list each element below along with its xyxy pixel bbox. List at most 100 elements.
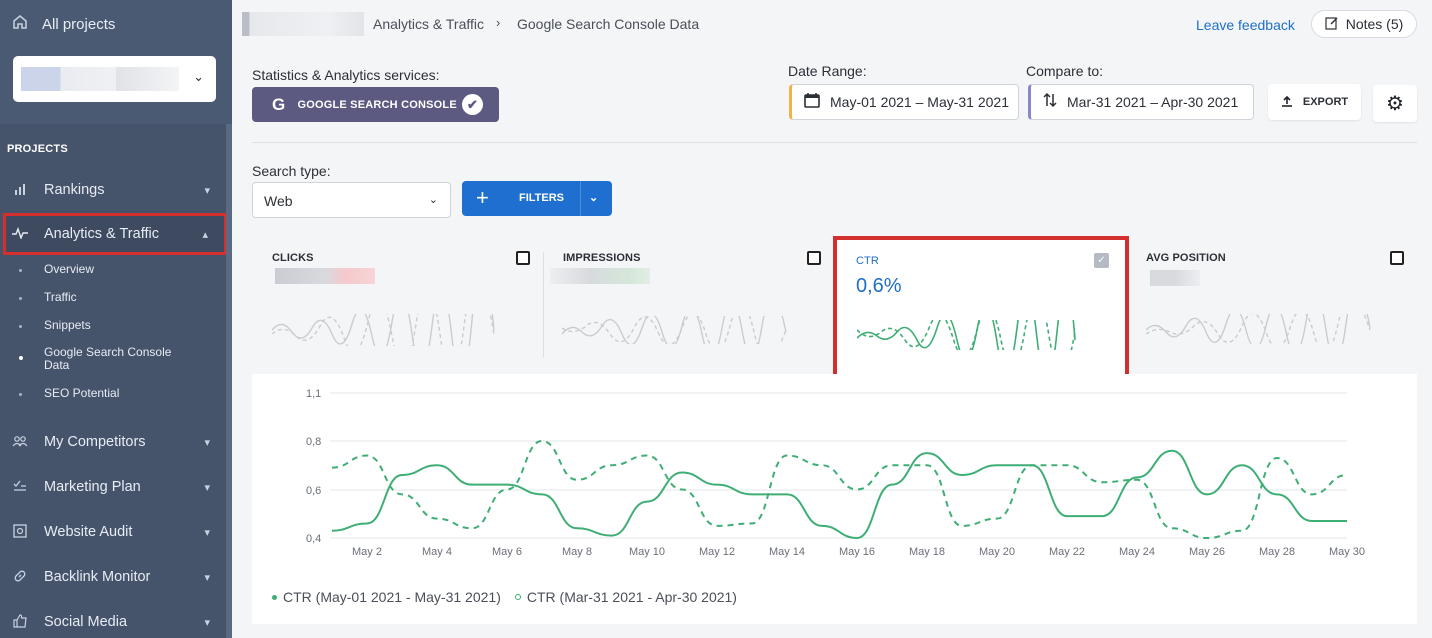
sidebar-item-label: Website Audit (44, 524, 133, 540)
search-type-select[interactable]: Web ⌄ (252, 182, 451, 218)
subnav-overview[interactable]: Overview (0, 263, 226, 279)
legend-item-current[interactable]: CTR (May-01 2021 - May-31 2021) (272, 589, 501, 605)
bullet-icon (19, 325, 22, 328)
project-name-redacted (21, 67, 179, 91)
clicks-checkbox[interactable] (516, 251, 530, 265)
chevron-down-icon: ⌄ (193, 69, 204, 84)
sidebar-item-rankings[interactable]: Rankings ▾ (0, 170, 226, 210)
y-tick-label: 1,1 (306, 388, 321, 400)
sidebar-header: All projects ⌄ (0, 0, 232, 124)
filters-button[interactable]: + FILTERS ⌄ (462, 181, 612, 216)
thumbs-up-icon (12, 613, 28, 631)
link-icon (12, 569, 28, 586)
sidebar-item-label: Rankings (44, 182, 105, 198)
x-tick-label: May 10 (629, 546, 665, 558)
ctr-line-chart: 0,4 0,6 0,8 1,1 May 2 May 4 May 6 May 8 May 10 Ma… (306, 388, 1365, 558)
export-button[interactable]: EXPORT (1268, 84, 1361, 120)
compare-range-picker[interactable]: Mar-31 2021 – Apr-30 2021 (1028, 84, 1254, 120)
subnav-snippets[interactable]: Snippets (0, 319, 226, 335)
subnav-seo-potential[interactable]: SEO Potential (0, 387, 226, 403)
avg-position-checkbox[interactable] (1390, 251, 1404, 265)
date-range-picker[interactable]: May-01 2021 – May-31 2021 (789, 84, 1019, 120)
sidebar-item-label: Analytics & Traffic (44, 226, 159, 242)
check-circle-icon: ✔ (462, 94, 483, 115)
sidebar-item-analytics-traffic[interactable]: Analytics & Traffic ▴ (3, 213, 227, 255)
ctr-metric-title: CTR (856, 255, 879, 267)
calendar-icon (804, 92, 820, 112)
clicks-metric-title: CLICKS (272, 252, 314, 264)
subnav-google-search-console-data[interactable]: Google Search Console Data (0, 346, 226, 374)
bullet-icon (19, 297, 22, 300)
gear-icon: ⚙ (1386, 93, 1404, 115)
x-tick-label: May 12 (699, 546, 735, 558)
y-tick-label: 0,6 (306, 485, 321, 497)
sidebar-item-backlink-monitor[interactable]: Backlink Monitor ▾ (0, 557, 226, 597)
sidebar: All projects ⌄ PROJECTS Rankings ▾ Analy… (0, 0, 232, 638)
controls-divider (252, 142, 1417, 143)
chevron-down-icon: ▾ (204, 526, 210, 539)
notes-label: Notes (5) (1345, 16, 1404, 32)
sidebar-item-my-competitors[interactable]: My Competitors ▾ (0, 422, 226, 462)
leave-feedback-link[interactable]: Leave feedback (1196, 17, 1295, 33)
impressions-checkbox[interactable] (807, 251, 821, 265)
x-tick-label: May 24 (1119, 546, 1155, 558)
date-range-label: Date Range: (788, 63, 867, 79)
home-icon (12, 14, 28, 34)
legend-item-compare[interactable]: CTR (Mar-31 2021 - Apr-30 2021) (514, 589, 737, 605)
sidebar-item-marketing-plan[interactable]: Marketing Plan ▾ (0, 467, 226, 507)
compare-label: Compare to: (1026, 63, 1104, 79)
search-type-value: Web (264, 193, 293, 209)
ctr-sparkline (857, 320, 1076, 350)
edit-icon (1325, 16, 1339, 33)
chevron-up-icon: ▴ (202, 228, 208, 241)
avg-position-sparkline (1146, 314, 1371, 344)
export-label: EXPORT (1302, 96, 1349, 108)
series-line-current (331, 449, 1347, 540)
sidebar-item-website-audit[interactable]: Website Audit ▾ (0, 512, 226, 552)
breadcrumb-section[interactable]: Analytics & Traffic (373, 16, 484, 32)
chart-legend: CTR (May-01 2021 - May-31 2021) CTR (Mar… (272, 589, 737, 605)
breadcrumb-project-redacted[interactable] (242, 12, 364, 36)
chevron-down-icon[interactable]: ⌄ (589, 191, 598, 204)
top-bar: Analytics & Traffic › Google Search Cons… (232, 0, 1432, 50)
clicks-sparkline (272, 314, 495, 346)
x-tick-label: May 4 (422, 546, 452, 558)
chevron-down-icon: ▾ (204, 481, 210, 494)
chevron-down-icon: ▾ (204, 184, 210, 197)
ctr-checkbox[interactable]: ✓ (1094, 253, 1109, 268)
filters-label: FILTERS (519, 192, 565, 204)
project-selector[interactable]: ⌄ (13, 56, 216, 102)
breadcrumb-page: Google Search Console Data (517, 16, 700, 32)
subnav-traffic[interactable]: Traffic (0, 291, 226, 307)
users-icon (12, 435, 28, 450)
ctr-metric-card[interactable]: CTR 0,6% ✓ (833, 236, 1129, 382)
y-tick-label: 0,4 (306, 533, 321, 545)
notes-button[interactable]: Notes (5) (1311, 10, 1417, 38)
bullet-icon (19, 269, 22, 272)
compare-range-value: Mar-31 2021 – Apr-30 2021 (1067, 94, 1239, 110)
all-projects-link[interactable]: All projects (12, 14, 115, 34)
all-projects-label: All projects (42, 15, 116, 33)
sidebar-item-label: Social Media (44, 614, 128, 630)
service-label: GOOGLE SEARCH CONSOLE (297, 98, 457, 111)
settings-button[interactable]: ⚙ (1373, 85, 1417, 122)
avg-position-value-redacted (1150, 270, 1200, 286)
chevron-right-icon: › (496, 15, 501, 30)
chevron-down-icon: ▾ (204, 436, 210, 449)
legend-dot-hollow-icon (514, 594, 521, 600)
x-tick-label: May 18 (909, 546, 945, 558)
sidebar-scrollbar[interactable] (226, 124, 232, 638)
chevron-down-icon: ▾ (204, 616, 210, 629)
sidebar-item-social-media[interactable]: Social Media ▾ (0, 602, 226, 638)
x-tick-label: May 2 (352, 546, 382, 558)
x-tick-label: May 16 (839, 546, 875, 558)
x-tick-label: May 6 (492, 546, 522, 558)
google-search-console-button[interactable]: G GOOGLE SEARCH CONSOLE ✔ (252, 87, 499, 122)
avg-position-metric-title: AVG POSITION (1146, 252, 1226, 264)
services-label: Statistics & Analytics services: (252, 67, 440, 83)
x-tick-label: May 28 (1259, 546, 1295, 558)
x-tick-label: May 30 (1329, 546, 1365, 558)
x-tick-label: May 20 (979, 546, 1015, 558)
y-tick-label: 0,8 (306, 436, 321, 448)
date-range-value: May-01 2021 – May-31 2021 (830, 94, 1009, 110)
